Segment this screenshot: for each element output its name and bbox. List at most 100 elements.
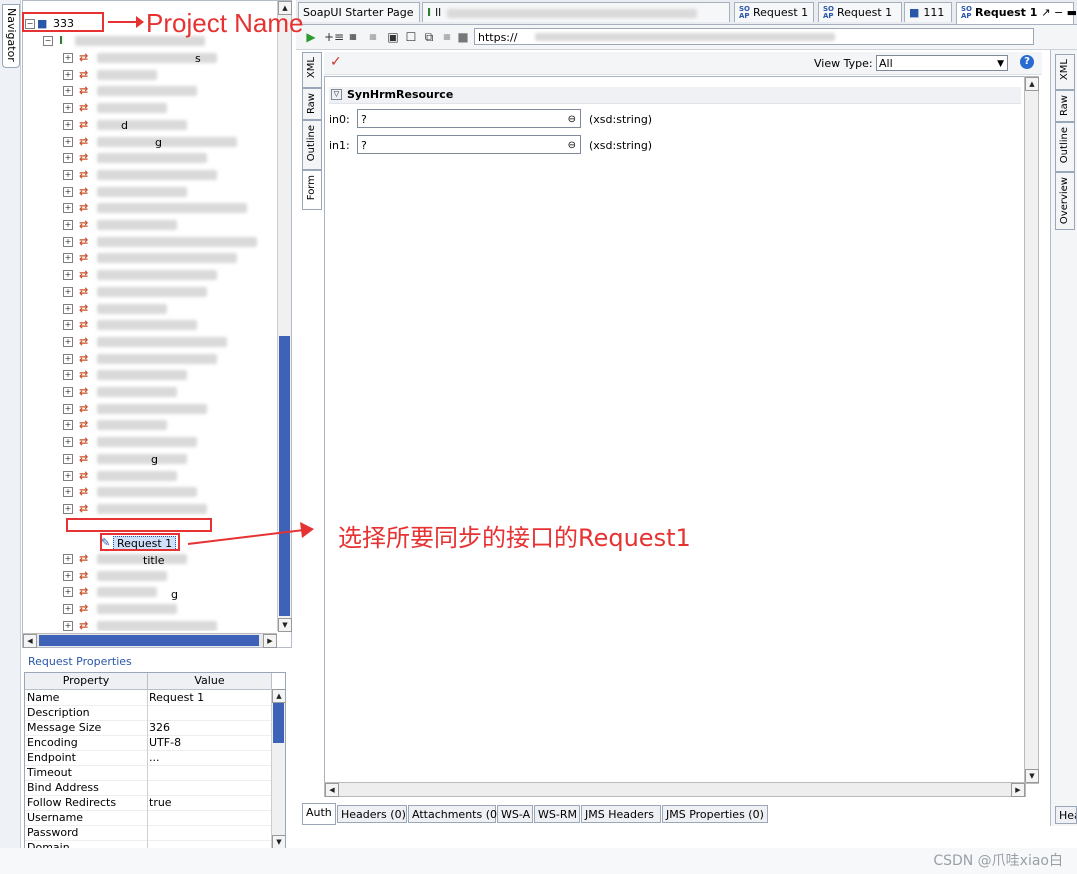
property-row[interactable]: Password: [25, 825, 271, 841]
copy-icon[interactable]: ⧉: [422, 30, 436, 44]
scroll-up-icon[interactable]: ▲: [272, 689, 285, 703]
form-horizontal-scrollbar[interactable]: ◀ ▶: [324, 782, 1026, 797]
expand-icon[interactable]: +: [63, 587, 73, 597]
expand-icon[interactable]: +: [63, 253, 73, 263]
tree-row-operation[interactable]: + ⇄: [23, 100, 277, 116]
expand-icon[interactable]: +: [63, 103, 73, 113]
expand-icon[interactable]: +: [63, 437, 73, 447]
expand-icon[interactable]: +: [63, 571, 73, 581]
property-value[interactable]: Request 1: [149, 691, 204, 704]
scroll-left-icon[interactable]: ◀: [325, 783, 339, 797]
scroll-up-icon[interactable]: ▲: [1025, 77, 1039, 91]
property-row[interactable]: Description: [25, 705, 271, 721]
play-icon[interactable]: ▶: [304, 30, 318, 44]
scroll-down-icon[interactable]: ▼: [1025, 769, 1039, 783]
scroll-left-icon[interactable]: ◀: [23, 634, 37, 648]
maximize-icon[interactable]: ☐: [404, 30, 418, 44]
expand-icon[interactable]: +: [63, 337, 73, 347]
scrollbar-thumb[interactable]: [279, 336, 290, 616]
expand-icon[interactable]: +: [63, 270, 73, 280]
tab-jms-headers[interactable]: JMS Headers: [581, 805, 661, 823]
expand-icon[interactable]: +: [63, 420, 73, 430]
property-row[interactable]: Timeout: [25, 765, 271, 781]
field-input-in1[interactable]: ? ⊖: [357, 135, 581, 154]
expand-icon[interactable]: +: [63, 70, 73, 80]
navigator-tab[interactable]: Navigator: [2, 4, 20, 68]
tree-row-operation[interactable]: + ⇄: [23, 601, 277, 617]
property-value[interactable]: true: [149, 796, 172, 809]
tree-row-operation[interactable]: + ⇄: [23, 67, 277, 83]
property-row[interactable]: Username: [25, 810, 271, 826]
tab-request-1[interactable]: SO AP Request 1: [818, 2, 902, 22]
property-value[interactable]: 326: [149, 721, 170, 734]
tree-row-operation[interactable]: + ⇄: [23, 484, 277, 500]
tree-row-operation[interactable]: + ⇄: [23, 50, 277, 66]
expand-icon[interactable]: +: [63, 170, 73, 180]
expand-icon[interactable]: +: [63, 604, 73, 614]
tab-headers[interactable]: Headers (0): [337, 805, 407, 823]
tree-row-operation[interactable]: + ⇄: [23, 217, 277, 233]
property-value[interactable]: UTF-8: [149, 736, 181, 749]
tab-form[interactable]: Form: [302, 170, 322, 210]
expand-icon[interactable]: +: [63, 370, 73, 380]
expand-icon[interactable]: +: [63, 287, 73, 297]
tab-raw[interactable]: Raw: [302, 88, 322, 120]
property-row[interactable]: Encoding UTF-8: [25, 735, 271, 751]
column-header-value[interactable]: Value: [148, 673, 272, 690]
tab-headers[interactable]: Hea: [1055, 806, 1077, 824]
expand-icon[interactable]: +: [63, 621, 73, 631]
expand-icon[interactable]: +: [63, 237, 73, 247]
property-row[interactable]: Endpoint...: [25, 750, 271, 766]
expand-icon[interactable]: +: [63, 120, 73, 130]
tree-row-operation[interactable]: + ⇄: [23, 618, 277, 631]
property-row[interactable]: Follow Redirects true: [25, 795, 271, 811]
tab-raw[interactable]: Raw: [1055, 90, 1075, 122]
tree-row-operation[interactable]: + ⇄: [23, 83, 277, 99]
expand-icon[interactable]: +: [63, 153, 73, 163]
tab-ws-rm[interactable]: WS-RM: [534, 805, 580, 823]
scrollbar-thumb[interactable]: [39, 635, 259, 646]
endpoint-combo[interactable]: https://: [474, 28, 1034, 45]
add-assertion-icon[interactable]: +≡: [324, 30, 344, 44]
tab-request-1-active[interactable]: SO AP Request 1 ↗ − ▬: [956, 2, 1077, 24]
tree-row-operation[interactable]: + ⇄: [23, 234, 277, 250]
tree-row-operation[interactable]: + ⇄: [23, 384, 277, 400]
tree-row-operation[interactable]: + ⇄: [23, 434, 277, 450]
expand-icon[interactable]: +: [63, 203, 73, 213]
property-row[interactable]: Message Size 326: [25, 720, 271, 736]
expand-icon[interactable]: +: [63, 86, 73, 96]
scroll-right-icon[interactable]: ▶: [1011, 783, 1025, 797]
property-row[interactable]: Name Request 1: [25, 690, 271, 706]
expand-icon[interactable]: +: [63, 137, 73, 147]
tree-row-operation[interactable]: + ⇄: [23, 317, 277, 333]
expand-icon[interactable]: +: [63, 454, 73, 464]
properties-scrollbar[interactable]: ▲ ▼: [271, 689, 285, 849]
tab-xml[interactable]: XML: [302, 52, 322, 88]
tree-row-operation[interactable]: + ⇄: [23, 367, 277, 383]
tree-row-operation[interactable]: + ⇄: [23, 334, 277, 350]
column-header-property[interactable]: Property: [25, 673, 148, 690]
tree-row-operation[interactable]: + ⇄: [23, 284, 277, 300]
tree-row-operation[interactable]: + ⇄: [23, 167, 277, 183]
tab-soapui-starter-page[interactable]: SoapUI Starter Page: [298, 2, 420, 22]
tab-interface[interactable]: Ill: [422, 2, 730, 22]
tab-attachments[interactable]: Attachments (0): [408, 805, 501, 823]
stop-icon[interactable]: ■: [456, 30, 470, 44]
tree-row-operation[interactable]: + ⇄: [23, 501, 277, 517]
tree-row-operation[interactable]: + ⇄: [23, 250, 277, 266]
tree-row-operation[interactable]: + ⇄: [23, 584, 277, 600]
tree-row-operation[interactable]: + ⇄: [23, 301, 277, 317]
property-value[interactable]: ...: [149, 751, 160, 764]
collapse-icon[interactable]: −: [43, 36, 53, 46]
scrollbar-thumb[interactable]: [273, 703, 284, 743]
expand-icon[interactable]: +: [63, 354, 73, 364]
scroll-right-icon[interactable]: ▶: [263, 634, 277, 648]
expand-icon[interactable]: +: [63, 404, 73, 414]
property-row[interactable]: Bind Address: [25, 780, 271, 796]
tab-jms-properties[interactable]: JMS Properties (0): [662, 805, 768, 823]
tab-outline[interactable]: Outline: [1055, 122, 1075, 172]
soap-icon[interactable]: ▦: [346, 30, 360, 44]
tab-outline[interactable]: Outline: [302, 120, 322, 170]
expand-icon[interactable]: +: [63, 304, 73, 314]
tree-horizontal-scrollbar[interactable]: ◀ ▶: [23, 633, 277, 648]
